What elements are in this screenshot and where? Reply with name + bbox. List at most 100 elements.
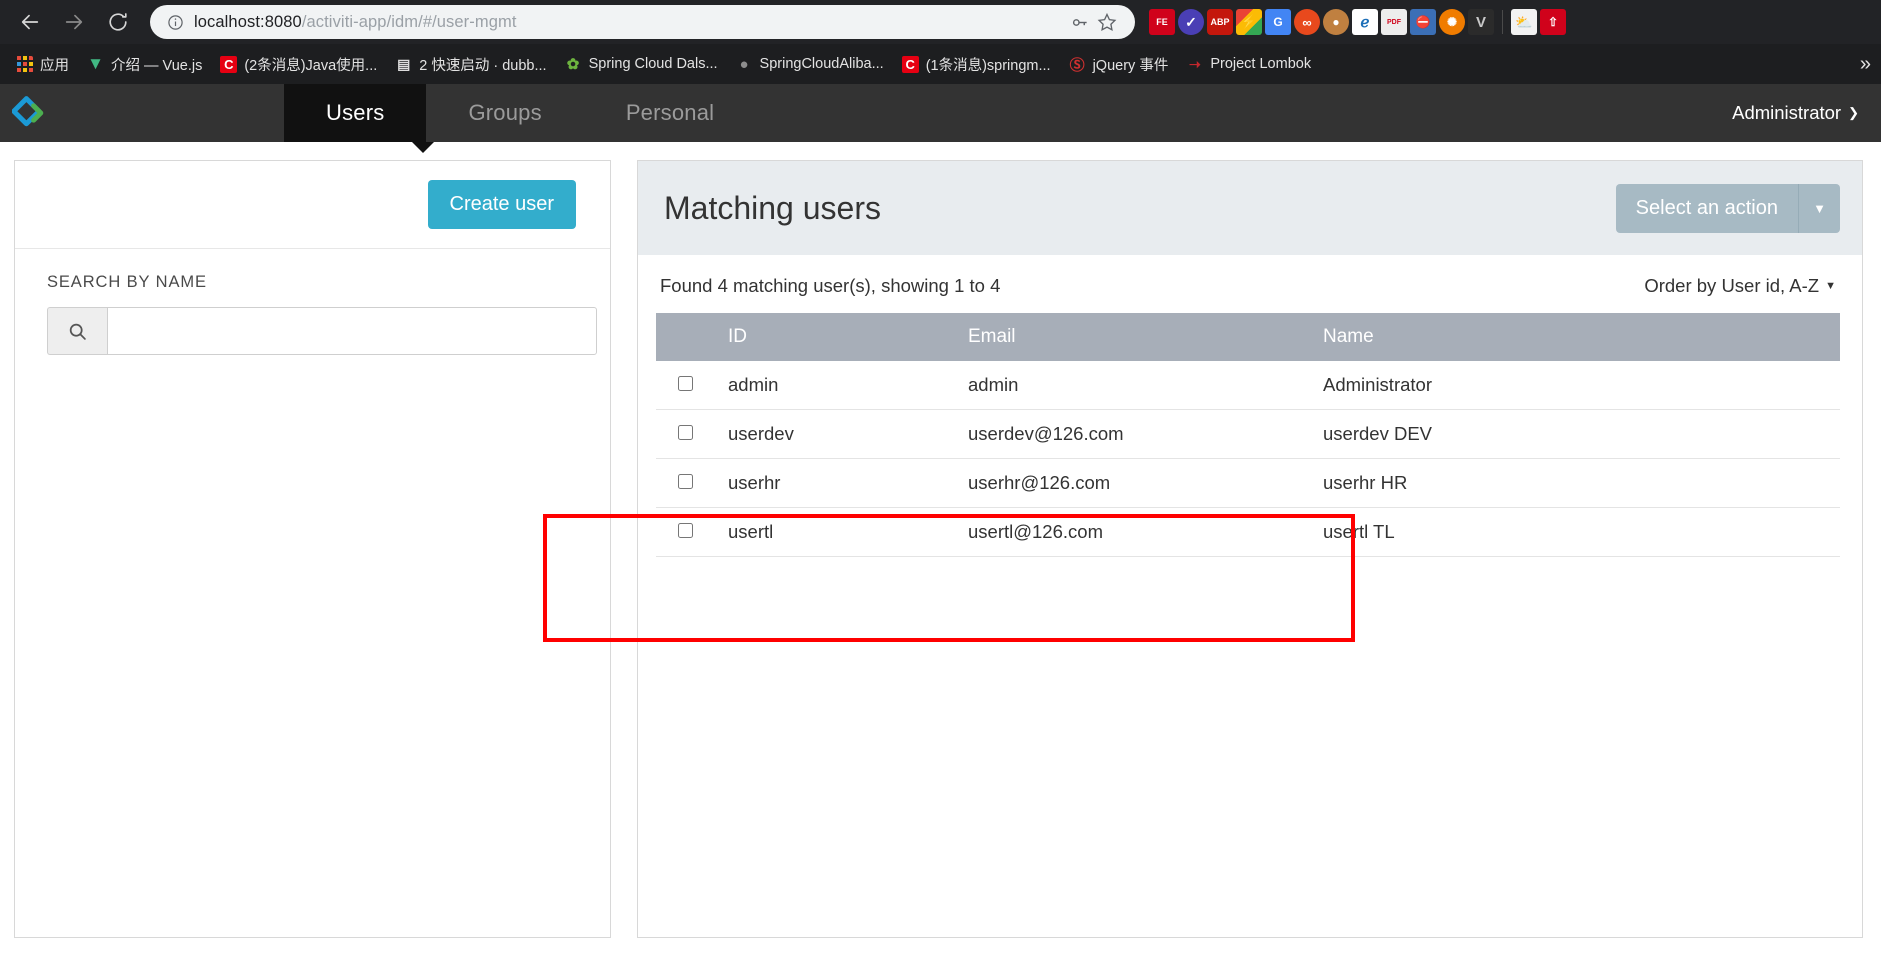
column-header-id[interactable]: ID: [718, 313, 958, 361]
lombok-chili-icon: ➝: [1188, 55, 1201, 72]
table-row[interactable]: userhr userhr@126.com userhr HR: [656, 458, 1840, 508]
row-checkbox-cell[interactable]: [656, 507, 718, 557]
bookmark-vuejs[interactable]: ▼ 介绍 — Vue.js: [79, 50, 210, 79]
bookmark-project-lombok[interactable]: ➝ Project Lombok: [1178, 52, 1319, 77]
page-body: Create user SEARCH BY NAME Matching user…: [0, 142, 1881, 960]
github-icon: ●: [739, 55, 749, 73]
row-checkbox-cell[interactable]: [656, 458, 718, 508]
table-header-row: ID Email Name: [656, 313, 1840, 361]
extension-icon[interactable]: ●: [1323, 9, 1349, 35]
users-table-wrapper: ID Email Name admin admin Administrator …: [638, 313, 1862, 557]
cell-name: usertl TL: [1313, 507, 1840, 557]
search-row: [47, 307, 597, 355]
row-checkbox[interactable]: [678, 523, 693, 538]
extension-icon[interactable]: ⇧: [1540, 9, 1566, 35]
bookmark-label: jQuery 事件: [1092, 57, 1169, 74]
users-table: ID Email Name admin admin Administrator …: [656, 313, 1840, 557]
address-bar-url[interactable]: localhost:8080/activiti-app/idm/#/user-m…: [186, 13, 1065, 32]
select-an-action-button[interactable]: Select an action: [1615, 183, 1798, 233]
cell-email: usertl@126.com: [958, 507, 1313, 557]
forward-icon[interactable]: [52, 0, 96, 44]
app-navbar: Users Groups Personal Administrator ❯: [0, 84, 1881, 142]
cell-email: userdev@126.com: [958, 409, 1313, 459]
extension-icon[interactable]: ⛔: [1410, 9, 1436, 35]
bookmark-spring-cloud-dalston[interactable]: ✿ Spring Cloud Dals...: [557, 52, 726, 77]
extension-icon[interactable]: ⛅: [1511, 9, 1537, 35]
bookmarks-overflow-icon[interactable]: »: [1860, 53, 1871, 76]
password-key-icon[interactable]: [1065, 8, 1093, 36]
bookmark-apps[interactable]: 应用: [8, 50, 77, 79]
row-checkbox-cell[interactable]: [656, 409, 718, 459]
jquery-icon: Ⓢ: [1069, 56, 1085, 73]
row-checkbox[interactable]: [678, 376, 693, 391]
cell-id: admin: [718, 361, 958, 410]
navbar-right: Administrator ❯: [1732, 84, 1881, 142]
order-by-dropdown[interactable]: Order by User id, A-Z ▼: [1644, 275, 1836, 297]
column-header-email[interactable]: Email: [958, 313, 1313, 361]
extension-icon[interactable]: FE: [1149, 9, 1175, 35]
extension-icon[interactable]: G: [1265, 9, 1291, 35]
browser-toolbar: localhost:8080/activiti-app/idm/#/user-m…: [0, 0, 1881, 44]
filters-panel: Create user SEARCH BY NAME: [14, 160, 611, 938]
bookmark-label: Project Lombok: [1210, 56, 1312, 72]
tab-personal[interactable]: Personal: [584, 84, 756, 142]
extension-icon[interactable]: ✺: [1439, 9, 1465, 35]
extension-icon[interactable]: ℯ: [1352, 9, 1378, 35]
panel-header: Matching users Select an action ▼: [638, 161, 1862, 255]
bookmark-label: 介绍 — Vue.js: [111, 57, 203, 74]
select-an-action-caret-icon[interactable]: ▼: [1798, 183, 1840, 233]
chevron-down-icon: ❯: [1848, 105, 1859, 120]
site-info-icon[interactable]: [164, 11, 186, 33]
tab-label: Groups: [468, 100, 542, 125]
table-row[interactable]: userdev userdev@126.com userdev DEV: [656, 409, 1840, 459]
bookmark-label: (2条消息)Java使用...: [244, 57, 378, 74]
bookmark-csdn-java[interactable]: C (2条消息)Java使用...: [212, 50, 385, 79]
extension-icon[interactable]: ABP: [1207, 9, 1233, 35]
extension-icon[interactable]: PDF: [1381, 9, 1407, 35]
tab-users[interactable]: Users: [284, 84, 427, 142]
search-input[interactable]: [107, 307, 597, 355]
bookmark-label: SpringCloudAliba...: [759, 56, 884, 72]
cell-email: admin: [958, 361, 1313, 410]
row-checkbox[interactable]: [678, 474, 693, 489]
bookmark-label: 2 快速启动 · dubb...: [419, 57, 547, 74]
create-user-bar: Create user: [15, 161, 610, 249]
users-table-head: ID Email Name: [656, 313, 1840, 361]
address-bar[interactable]: localhost:8080/activiti-app/idm/#/user-m…: [150, 5, 1135, 39]
bookmark-csdn-springm[interactable]: C (1条消息)springm...: [894, 50, 1059, 79]
extension-icon[interactable]: V: [1468, 9, 1494, 35]
page-content: Create user SEARCH BY NAME Matching user…: [0, 142, 1881, 938]
bookmark-star-icon[interactable]: [1093, 8, 1121, 36]
spring-leaf-icon: ✿: [566, 56, 580, 73]
tab-label: Personal: [625, 100, 715, 125]
table-row[interactable]: admin admin Administrator: [656, 361, 1840, 410]
tab-groups[interactable]: Groups: [426, 84, 583, 142]
back-icon[interactable]: [8, 0, 52, 44]
extension-icon[interactable]: ∞: [1294, 9, 1320, 35]
activiti-logo[interactable]: [6, 84, 54, 142]
table-row[interactable]: usertl usertl@126.com usertl TL: [656, 507, 1840, 557]
nav-tabs: Users Groups Personal: [284, 84, 756, 142]
url-host: localhost:8080: [194, 12, 302, 31]
cell-name: Administrator: [1313, 361, 1840, 410]
extension-icon[interactable]: ✓: [1178, 9, 1204, 35]
found-count-text: Found 4 matching user(s), showing 1 to 4: [660, 275, 1001, 296]
bookmark-dubbo[interactable]: ▤ 2 快速启动 · dubb...: [387, 50, 554, 79]
page-title: Matching users: [664, 189, 881, 226]
extension-icons: FE ✓ ABP ⚡ G ∞ ● ℯ PDF ⛔ ✺ V ⛅ ⇧: [1143, 9, 1566, 35]
bookmark-jquery-events[interactable]: Ⓢ jQuery 事件: [1061, 50, 1177, 79]
cell-name: userhr HR: [1313, 458, 1840, 508]
cell-email: userhr@126.com: [958, 458, 1313, 508]
bookmark-springcloudalibaba[interactable]: ● SpringCloudAliba...: [728, 52, 892, 77]
search-icon[interactable]: [47, 307, 107, 355]
extension-icon[interactable]: ⚡: [1236, 9, 1262, 35]
row-checkbox[interactable]: [678, 425, 693, 440]
bookmark-label: Spring Cloud Dals...: [588, 56, 718, 72]
bookmark-label: (1条消息)springm...: [925, 57, 1051, 74]
create-user-button[interactable]: Create user: [427, 180, 576, 229]
column-header-name[interactable]: Name: [1313, 313, 1840, 361]
user-menu[interactable]: Administrator ❯: [1732, 102, 1859, 124]
row-checkbox-cell[interactable]: [656, 361, 718, 410]
matching-users-panel: Matching users Select an action ▼ Found …: [637, 160, 1863, 938]
reload-icon[interactable]: [96, 0, 140, 44]
